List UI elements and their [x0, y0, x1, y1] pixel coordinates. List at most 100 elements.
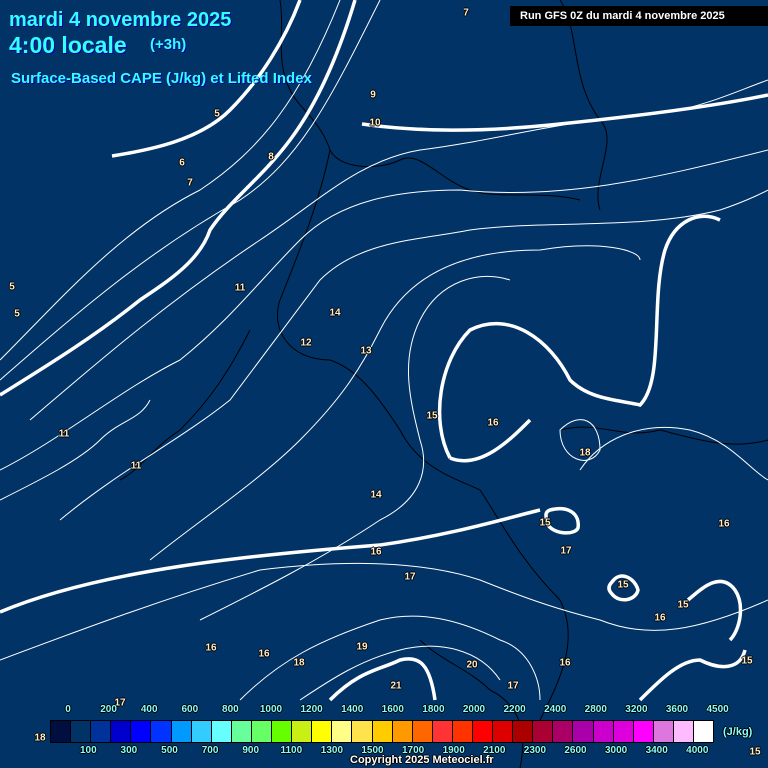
copyright: Copyright 2025 Meteociel.fr [350, 754, 494, 766]
colorbar-swatch [251, 721, 273, 742]
contour-label: 5 [9, 281, 15, 293]
contour-label: 17 [507, 680, 519, 692]
colorbar-tick-label: 1600 [381, 704, 404, 715]
contour-label: 11 [58, 428, 70, 440]
contour-label: 15 [617, 579, 629, 591]
colorbar-tick-label: 4000 [686, 745, 709, 756]
colorbar-tick-label: 2000 [462, 704, 486, 715]
colorbar-tick-label: 3200 [625, 704, 648, 715]
colorbar-swatch [452, 721, 473, 742]
contour-label: 11 [130, 460, 142, 472]
colorbar-tick-label: 1000 [259, 704, 283, 715]
contour-label: 8 [268, 151, 274, 163]
colorbar-swatch [472, 721, 494, 742]
colorbar-swatch [312, 721, 333, 742]
contour-label: 16 [205, 642, 217, 654]
contour-label: 12 [300, 337, 312, 349]
contour-label: 9 [370, 89, 376, 101]
colorbar-swatch [111, 721, 132, 742]
contour-label: 13 [360, 345, 372, 357]
cape-colorbar [50, 720, 714, 743]
contour-label: 15 [426, 410, 438, 422]
colorbar-swatch [372, 721, 393, 742]
colorbar-swatch [51, 721, 72, 742]
colorbar-swatch [593, 721, 614, 742]
colorbar-swatch [613, 721, 634, 742]
colorbar-tick-label: 300 [120, 745, 138, 756]
colorbar-swatch [71, 721, 92, 742]
contour-label: 15 [677, 599, 689, 611]
forecast-date: mardi 4 novembre 2025 [9, 9, 232, 31]
colorbar-tick-label: 2200 [503, 704, 526, 715]
colorbar-tick-label: 100 [79, 745, 97, 756]
colorbar-tick-label: 200 [100, 704, 117, 715]
contour-label: 15 [741, 655, 753, 667]
colorbar-swatch [633, 721, 654, 742]
parameter-title: Surface-Based CAPE (J/kg) et Lifted Inde… [11, 70, 312, 87]
contour-label: 16 [559, 657, 571, 669]
contour-label: 15 [539, 517, 551, 529]
colorbar-swatch [533, 721, 554, 742]
contour-label: 21 [390, 680, 402, 692]
colorbar-tick-label: 1400 [341, 704, 364, 715]
lifted-index-contours-thin [0, 0, 768, 701]
model-run-banner: Run GFS 0Z du mardi 4 novembre 2025 [510, 6, 768, 26]
colorbar-tick-label: 2800 [584, 704, 607, 715]
contour-label: 16 [718, 518, 730, 530]
colorbar-swatch [432, 721, 453, 742]
forecast-lead-time: (+3h) [150, 36, 187, 53]
colorbar-unit: (J/kg) [723, 726, 753, 738]
colorbar-tick-label: 3600 [665, 704, 689, 715]
contour-label: 14 [329, 307, 341, 319]
colorbar-tick-label: 2400 [544, 704, 567, 715]
colorbar-swatch [513, 721, 534, 742]
colorbar-swatch [673, 721, 694, 742]
contour-label: 5 [14, 308, 20, 320]
colorbar-swatch [211, 721, 232, 742]
colorbar-tick-label: 900 [242, 745, 260, 756]
contour-label: 17 [560, 545, 572, 557]
colorbar-swatch [653, 721, 674, 742]
colorbar-swatch [131, 721, 152, 742]
weather-map [0, 0, 768, 768]
contour-label: 20 [466, 659, 478, 671]
colorbar-swatch [493, 721, 514, 742]
contour-label: 6 [179, 157, 185, 169]
colorbar-tick-label: 1100 [280, 745, 303, 756]
colorbar-swatch [553, 721, 574, 742]
contour-label: 14 [370, 489, 382, 501]
contour-label: 18 [34, 732, 46, 744]
contour-label: 16 [654, 612, 666, 624]
colorbar-swatch [171, 721, 192, 742]
colorbar-tick-label: 700 [201, 745, 219, 756]
colorbar-swatch [272, 721, 293, 742]
colorbar-swatch [191, 721, 212, 742]
colorbar-swatch [694, 721, 714, 742]
contour-label: 5 [214, 108, 220, 120]
colorbar-swatch [573, 721, 594, 742]
contour-label: 7 [463, 7, 469, 19]
contour-label: 10 [369, 117, 381, 129]
colorbar-swatch [332, 721, 353, 742]
colorbar-swatch [91, 721, 112, 742]
contour-label: 15 [749, 746, 761, 758]
contour-label: 18 [579, 447, 591, 459]
contour-label: 16 [487, 417, 499, 429]
colorbar-tick-label: 800 [222, 704, 239, 715]
colorbar-tick-label: 3000 [604, 745, 628, 756]
colorbar-swatch [231, 721, 252, 742]
colorbar-tick-label: 1300 [320, 745, 344, 756]
colorbar-tick-label: 2600 [564, 745, 587, 756]
colorbar-swatch [352, 721, 373, 742]
colorbar-tick-label: 2300 [523, 745, 547, 756]
colorbar-tick-label: 1800 [422, 704, 445, 715]
contour-label: 11 [234, 282, 246, 294]
contour-label: 18 [293, 657, 305, 669]
lifted-index-contours-thick [0, 0, 768, 702]
colorbar-tick-label: 0 [65, 704, 71, 715]
colorbar-tick-label: 3400 [645, 745, 668, 756]
colorbar-tick-label: 500 [161, 745, 178, 756]
colorbar-swatch [292, 721, 313, 742]
colorbar-swatch [151, 721, 172, 742]
colorbar-swatch [392, 721, 413, 742]
